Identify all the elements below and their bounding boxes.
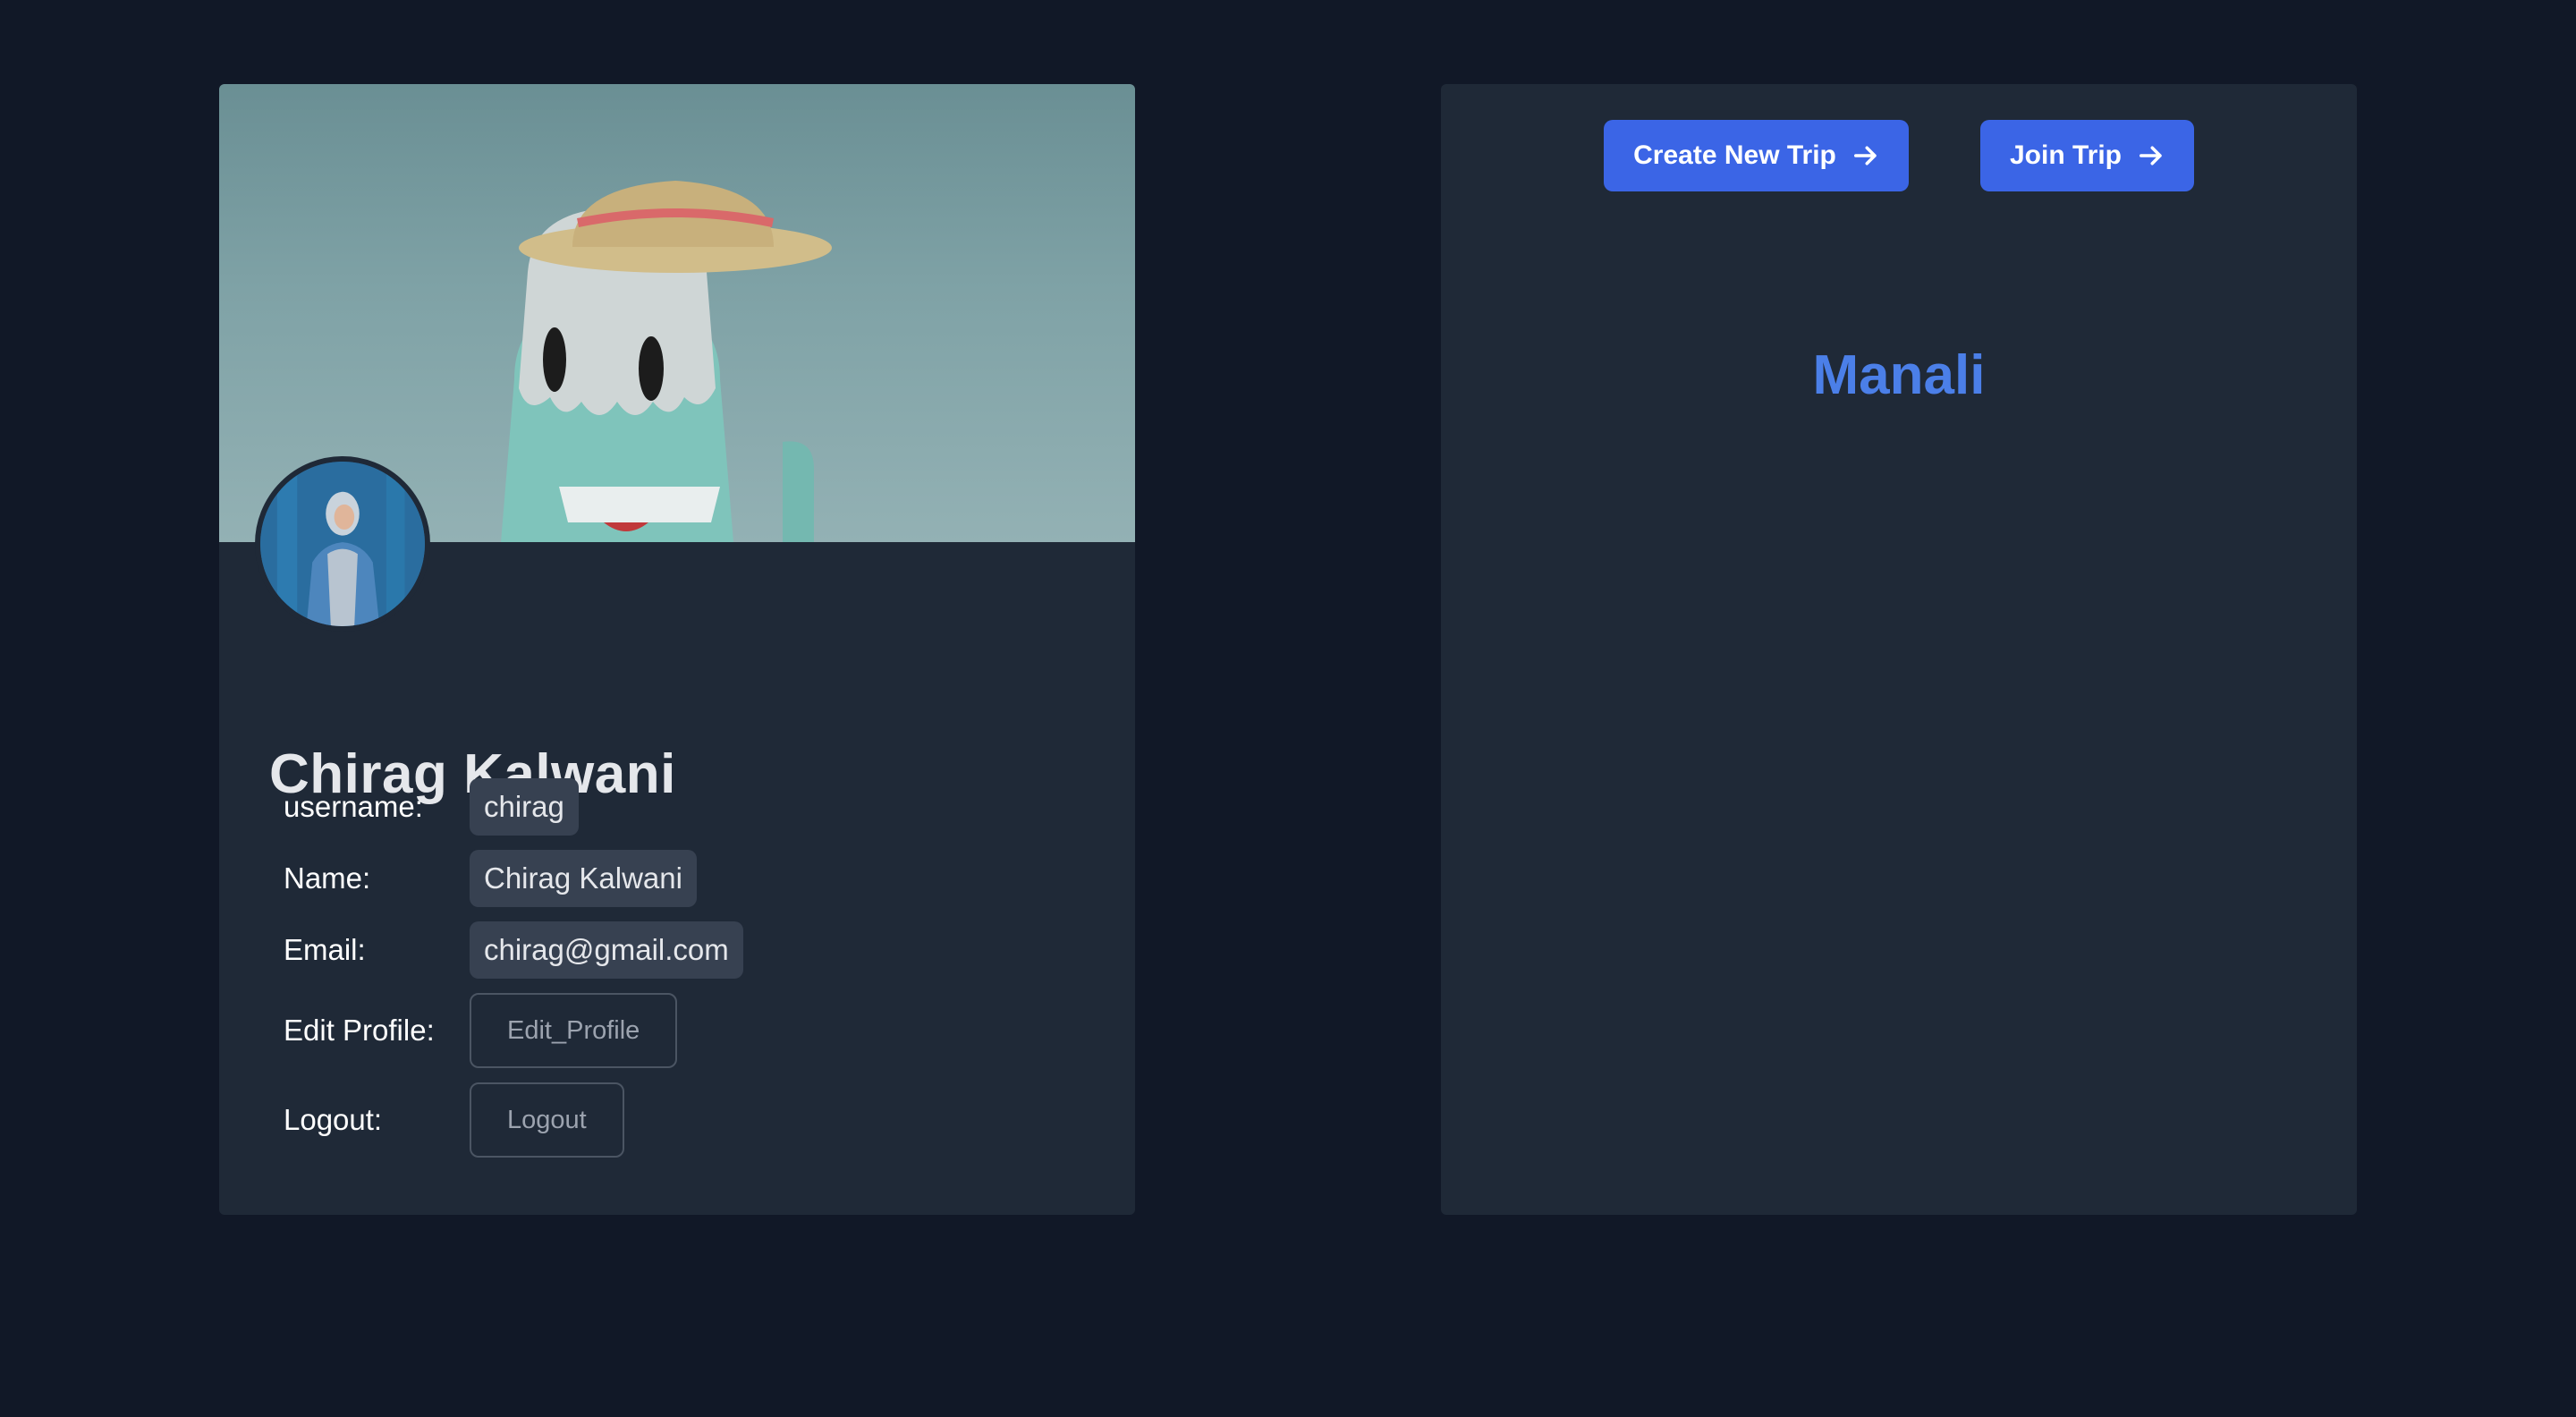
logout-label: Logout: [284,1103,383,1136]
edit-profile-row: Edit Profile: Edit_Profile [284,993,678,1068]
username-value: chirag [470,778,579,836]
arrow-right-icon [2140,146,2162,165]
profile-card: Chirag Kalwani username: chirag Name: Ch… [219,84,1135,1215]
create-new-trip-button[interactable]: Create New Trip [1604,120,1909,191]
edit-profile-button[interactable]: Edit_Profile [470,993,678,1068]
trip-title[interactable]: Manali [1441,344,2357,407]
email-label: Email: [284,933,366,966]
trips-card: Create New Trip Join Trip Manali [1441,84,2357,1215]
edit-profile-label: Edit Profile: [284,1014,435,1047]
logout-row: Logout: Logout [284,1082,624,1158]
logout-button[interactable]: Logout [470,1082,624,1158]
email-row: Email: chirag@gmail.com [284,921,743,979]
username-row: username: chirag [284,778,579,836]
page: Chirag Kalwani username: chirag Name: Ch… [0,0,2576,1417]
create-new-trip-label: Create New Trip [1633,140,1836,170]
join-trip-button[interactable]: Join Trip [1980,120,2194,191]
name-row: Name: Chirag Kalwani [284,850,697,907]
arrow-right-icon [1853,146,1877,165]
avatar[interactable] [255,456,430,632]
username-label: username: [284,790,423,823]
join-trip-label: Join Trip [2009,140,2122,170]
name-value: Chirag Kalwani [470,850,697,907]
name-label: Name: [284,861,371,895]
email-value: chirag@gmail.com [470,921,743,979]
